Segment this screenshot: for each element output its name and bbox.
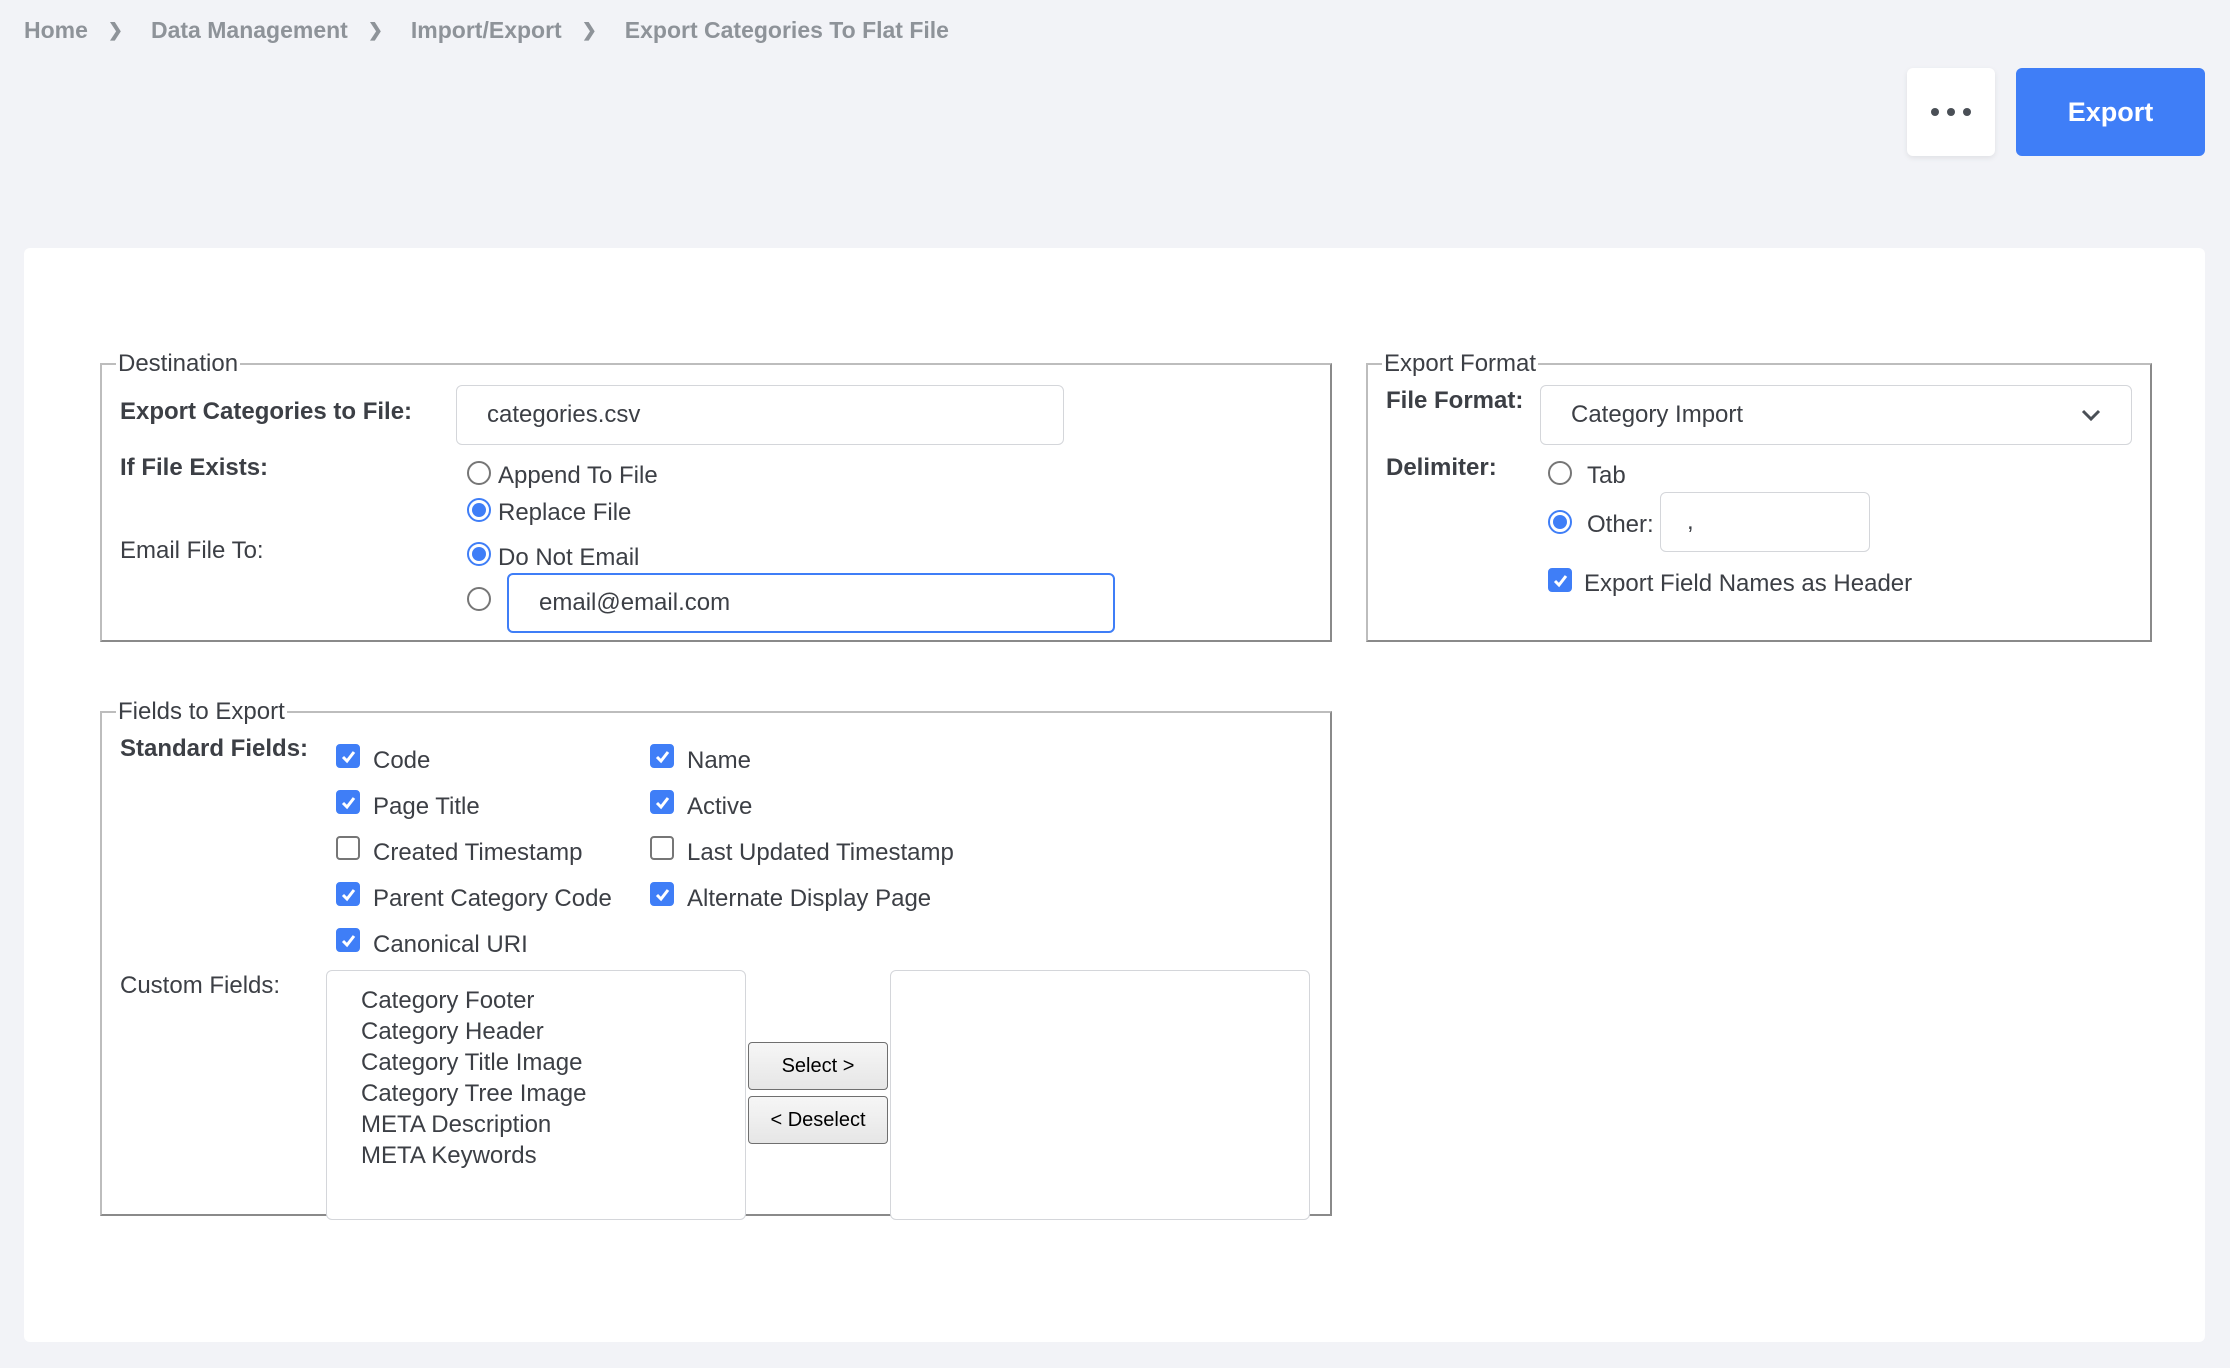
main-card: Destination Export Categories to File: c…: [24, 248, 2205, 1342]
standard-field-checkbox[interactable]: [650, 744, 674, 768]
tab-delimiter-radio[interactable]: [1548, 461, 1572, 485]
export-format-legend: Export Format: [1384, 350, 1537, 377]
ellipsis-icon: [1931, 108, 1939, 116]
chevron-down-icon: [2081, 409, 2101, 422]
standard-field-checkbox[interactable]: [650, 836, 674, 860]
deselect-button[interactable]: < Deselect: [748, 1096, 888, 1144]
append-to-file-radio[interactable]: [467, 461, 491, 485]
do-not-email-label: Do Not Email: [498, 544, 640, 571]
standard-field-label: Alternate Display Page: [687, 885, 932, 912]
replace-file-radio[interactable]: [467, 498, 491, 522]
chevron-right-icon: ❯: [107, 20, 123, 40]
list-item[interactable]: Category Header: [361, 1016, 745, 1047]
standard-field-label: Active: [687, 793, 753, 820]
email-to-radio[interactable]: [467, 587, 491, 611]
delimiter-label: Delimiter:: [1386, 454, 1497, 481]
more-options-button[interactable]: [1907, 68, 1995, 156]
export-file-label: Export Categories to File:: [120, 398, 413, 425]
list-item[interactable]: Category Title Image: [361, 1047, 745, 1078]
standard-field-label: Page Title: [373, 793, 480, 820]
list-item[interactable]: Category Footer: [361, 985, 745, 1016]
checkmark-icon: [655, 797, 670, 810]
breadcrumb-import-export[interactable]: Import/Export: [411, 17, 562, 44]
standard-field-checkbox[interactable]: [650, 882, 674, 906]
checkmark-icon: [341, 797, 356, 810]
standard-field-label: Parent Category Code: [373, 885, 612, 912]
chevron-right-icon: ❯: [367, 20, 383, 40]
checkmark-icon: [655, 889, 670, 902]
selected-custom-fields-list[interactable]: [890, 970, 1310, 1220]
checkmark-icon: [1553, 575, 1568, 588]
select-button[interactable]: Select >: [748, 1042, 888, 1090]
breadcrumb: Home ❯ Data Management ❯ Import/Export ❯…: [24, 17, 949, 44]
export-header-checkbox[interactable]: [1548, 568, 1572, 592]
chevron-right-icon: ❯: [581, 20, 597, 40]
replace-file-label: Replace File: [498, 499, 632, 526]
export-header-label: Export Field Names as Header: [1584, 570, 1913, 597]
standard-field-label: Last Updated Timestamp: [687, 839, 954, 866]
list-item[interactable]: META Description: [361, 1109, 745, 1140]
export-file-input[interactable]: categories.csv: [456, 385, 1064, 445]
standard-fields-label: Standard Fields:: [120, 735, 309, 762]
file-format-value: Category Import: [1571, 401, 1744, 428]
standard-field-label: Created Timestamp: [373, 839, 583, 866]
breadcrumb-home[interactable]: Home: [24, 17, 88, 44]
checkmark-icon: [341, 751, 356, 764]
tab-delimiter-label: Tab: [1587, 462, 1626, 489]
standard-field-checkbox[interactable]: [336, 928, 360, 952]
other-delimiter-label: Other:: [1587, 511, 1654, 538]
other-delimiter-radio[interactable]: [1548, 510, 1572, 534]
file-format-label: File Format:: [1386, 387, 1524, 414]
standard-field-checkbox[interactable]: [336, 790, 360, 814]
breadcrumb-current-page: Export Categories To Flat File: [624, 17, 949, 43]
fields-to-export-legend: Fields to Export: [118, 698, 285, 725]
standard-field-checkbox[interactable]: [650, 790, 674, 814]
breadcrumb-data-management[interactable]: Data Management: [151, 17, 348, 44]
append-to-file-label: Append To File: [498, 462, 658, 489]
standard-field-checkbox[interactable]: [336, 836, 360, 860]
checkmark-icon: [655, 751, 670, 764]
available-custom-fields-list[interactable]: Category Footer Category Header Category…: [326, 970, 746, 1220]
standard-field-label: Code: [373, 747, 431, 774]
standard-field-label: Canonical URI: [373, 931, 528, 958]
other-delimiter-input[interactable]: ,: [1660, 492, 1870, 552]
do-not-email-radio[interactable]: [467, 542, 491, 566]
checkmark-icon: [341, 935, 356, 948]
if-file-exists-label: If File Exists:: [120, 454, 269, 481]
file-format-select[interactable]: Category Import: [1540, 385, 2132, 445]
custom-fields-label: Custom Fields:: [120, 972, 281, 999]
export-button[interactable]: Export: [2016, 68, 2205, 156]
email-address-input[interactable]: email@email.com: [507, 573, 1115, 633]
email-file-label: Email File To:: [120, 537, 264, 564]
list-item[interactable]: META Keywords: [361, 1140, 745, 1171]
standard-field-label: Name: [687, 747, 752, 774]
checkmark-icon: [341, 889, 356, 902]
standard-field-checkbox[interactable]: [336, 882, 360, 906]
destination-legend: Destination: [118, 350, 239, 377]
list-item[interactable]: Category Tree Image: [361, 1078, 745, 1109]
standard-field-checkbox[interactable]: [336, 744, 360, 768]
